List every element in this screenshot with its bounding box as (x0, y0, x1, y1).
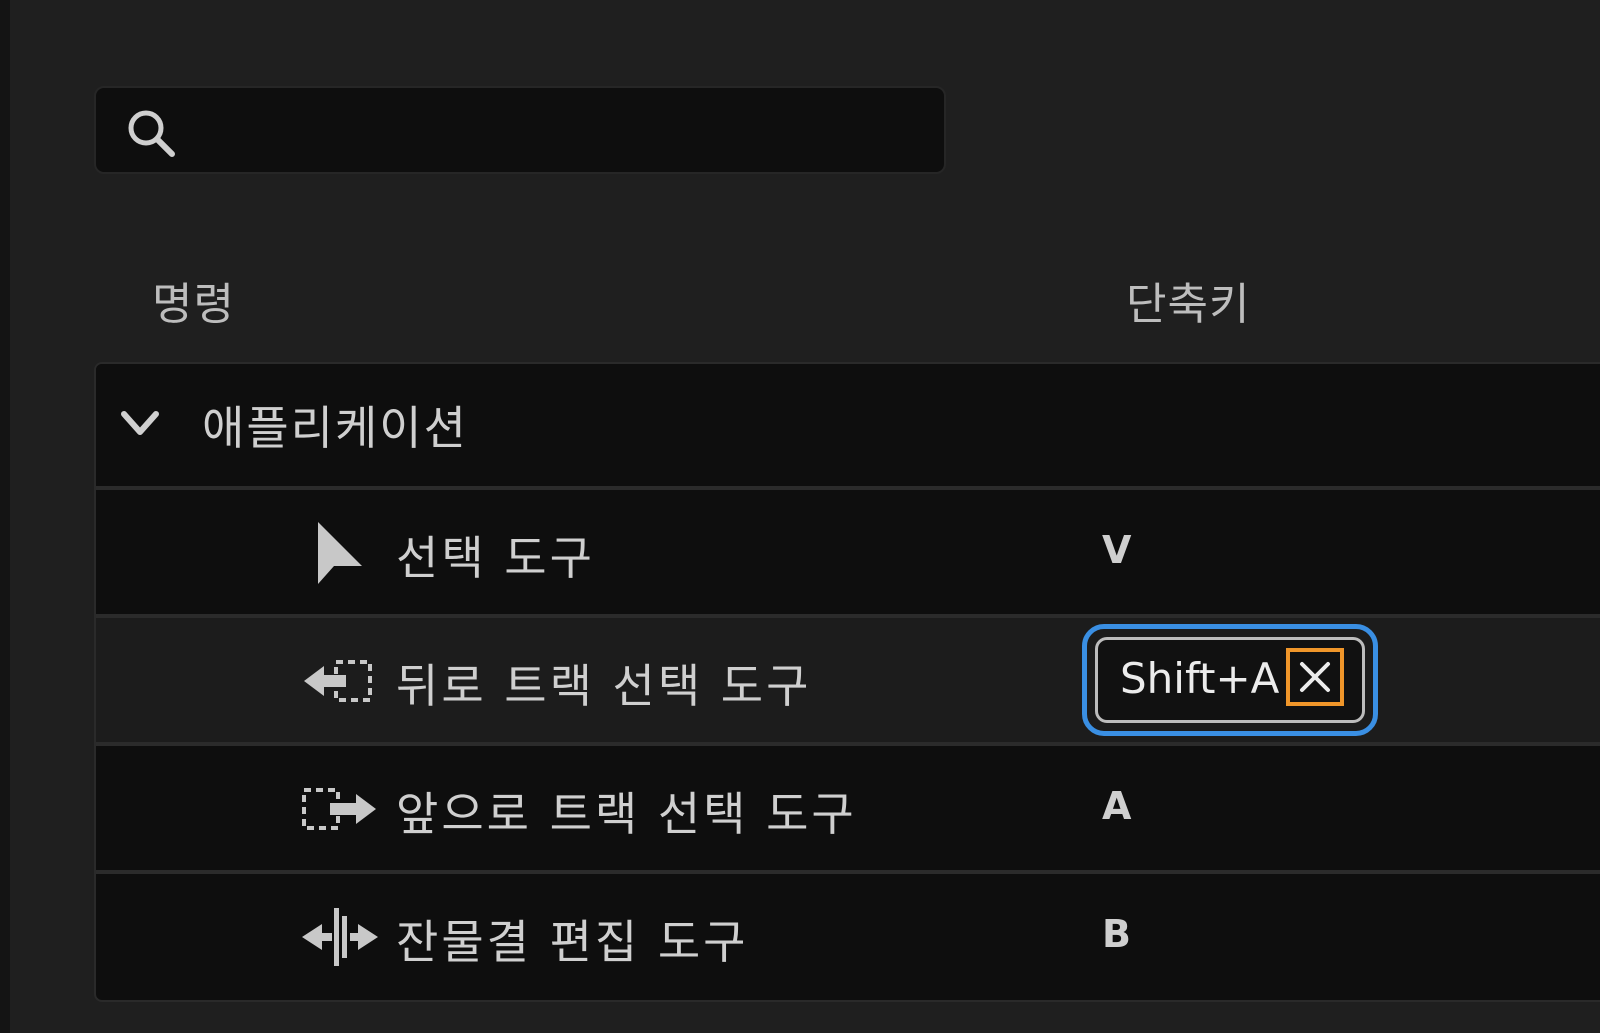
shortcut-table: 애플리케이션 선택 도구 V 뒤로 트랙 선택 도구 Shift+A 앞으로 트… (94, 362, 1600, 1002)
command-label: 뒤로 트랙 선택 도구 (396, 659, 812, 713)
search-box[interactable] (94, 86, 946, 174)
track-select-forward-icon (302, 788, 376, 830)
shortcut-label[interactable]: V (1102, 528, 1131, 572)
shortcut-field[interactable]: Shift+A (1095, 637, 1365, 723)
clear-shortcut-button[interactable] (1286, 648, 1344, 706)
group-label: 애플리케이션 (202, 401, 468, 455)
search-icon (128, 110, 175, 157)
command-label: 앞으로 트랙 선택 도구 (396, 787, 857, 841)
command-label: 잔물결 편집 도구 (396, 915, 749, 969)
shortcut-editor[interactable]: Shift+A (1082, 624, 1378, 736)
search-input[interactable] (196, 102, 930, 160)
shortcut-column-header[interactable]: 단축키 (1126, 268, 1250, 332)
keyboard-shortcuts-panel: 명령 단축키 애플리케이션 선택 도구 V 뒤로 트랙 선택 도구 Shift+… (10, 0, 1600, 1033)
window-edge (0, 0, 10, 1033)
table-row[interactable]: 앞으로 트랙 선택 도구 A (96, 746, 1600, 870)
table-row[interactable]: 잔물결 편집 도구 B (96, 874, 1600, 998)
track-select-backward-icon (304, 660, 372, 702)
command-column-header[interactable]: 명령 (152, 268, 235, 332)
group-row-application[interactable]: 애플리케이션 (96, 364, 1600, 488)
table-row[interactable]: 선택 도구 V (96, 490, 1600, 614)
shortcut-label[interactable]: A (1102, 784, 1131, 828)
selection-arrow-icon (318, 522, 362, 584)
close-icon (1300, 662, 1330, 692)
shortcut-value: Shift+A (1120, 654, 1280, 703)
ripple-edit-icon (302, 908, 378, 966)
table-row-selected[interactable]: 뒤로 트랙 선택 도구 Shift+A (96, 618, 1600, 742)
chevron-down-icon[interactable] (118, 406, 162, 440)
shortcut-label[interactable]: B (1102, 912, 1131, 956)
command-label: 선택 도구 (396, 531, 595, 585)
